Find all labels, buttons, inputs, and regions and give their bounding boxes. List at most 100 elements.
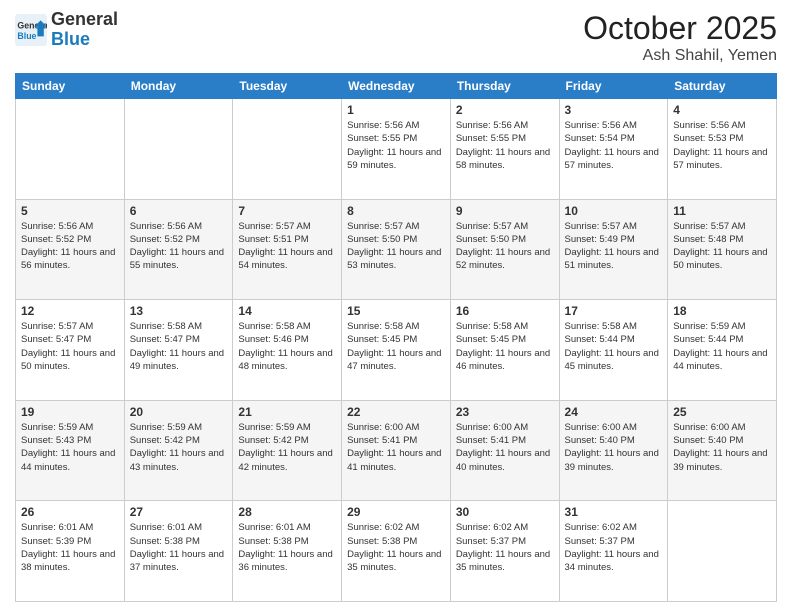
day-number: 27 xyxy=(130,505,228,519)
day-info: Sunrise: 6:00 AMSunset: 5:41 PMDaylight:… xyxy=(456,421,554,474)
day-number: 19 xyxy=(21,405,119,419)
day-info: Sunrise: 5:59 AMSunset: 5:44 PMDaylight:… xyxy=(673,320,771,373)
day-info: Sunrise: 6:02 AMSunset: 5:38 PMDaylight:… xyxy=(347,521,445,574)
day-info: Sunrise: 5:58 AMSunset: 5:46 PMDaylight:… xyxy=(238,320,336,373)
calendar-cell: 10 Sunrise: 5:57 AMSunset: 5:49 PMDayligh… xyxy=(559,199,668,300)
column-header-sunday: Sunday xyxy=(16,74,125,99)
week-row-2: 5 Sunrise: 5:56 AMSunset: 5:52 PMDaylight… xyxy=(16,199,777,300)
day-info: Sunrise: 6:01 AMSunset: 5:38 PMDaylight:… xyxy=(238,521,336,574)
day-number: 29 xyxy=(347,505,445,519)
day-number: 8 xyxy=(347,204,445,218)
day-info: Sunrise: 5:57 AMSunset: 5:49 PMDaylight:… xyxy=(565,220,663,273)
day-info: Sunrise: 6:01 AMSunset: 5:39 PMDaylight:… xyxy=(21,521,119,574)
logo-icon: General Blue xyxy=(15,14,47,46)
day-number: 2 xyxy=(456,103,554,117)
calendar-cell: 31 Sunrise: 6:02 AMSunset: 5:37 PMDayligh… xyxy=(559,501,668,602)
week-row-3: 12 Sunrise: 5:57 AMSunset: 5:47 PMDayligh… xyxy=(16,300,777,401)
day-number: 20 xyxy=(130,405,228,419)
week-row-4: 19 Sunrise: 5:59 AMSunset: 5:43 PMDayligh… xyxy=(16,400,777,501)
column-header-tuesday: Tuesday xyxy=(233,74,342,99)
column-header-wednesday: Wednesday xyxy=(342,74,451,99)
svg-text:Blue: Blue xyxy=(17,31,36,41)
calendar-cell: 22Sunrise: 6:00 AMSunset: 5:41 PMDayligh… xyxy=(342,400,451,501)
calendar-cell: 8 Sunrise: 5:57 AMSunset: 5:50 PMDaylight… xyxy=(342,199,451,300)
day-info: Sunrise: 6:00 AMSunset: 5:41 PMDaylight:… xyxy=(347,421,445,474)
day-number: 28 xyxy=(238,505,336,519)
day-number: 26 xyxy=(21,505,119,519)
week-row-1: 1 Sunrise: 5:56 AMSunset: 5:55 PMDaylight… xyxy=(16,99,777,200)
day-number: 14 xyxy=(238,304,336,318)
page: General Blue General Blue October 2025 A… xyxy=(0,0,792,612)
day-number: 4 xyxy=(673,103,771,117)
day-info: Sunrise: 5:56 AMSunset: 5:52 PMDaylight:… xyxy=(130,220,228,273)
day-number: 12 xyxy=(21,304,119,318)
day-info: Sunrise: 5:58 AMSunset: 5:45 PMDaylight:… xyxy=(456,320,554,373)
calendar-cell: 25 Sunrise: 6:00 AMSunset: 5:40 PMDayligh… xyxy=(668,400,777,501)
calendar-cell: 15Sunrise: 5:58 AMSunset: 5:45 PMDayligh… xyxy=(342,300,451,401)
calendar-cell: 28 Sunrise: 6:01 AMSunset: 5:38 PMDayligh… xyxy=(233,501,342,602)
day-number: 18 xyxy=(673,304,771,318)
header: General Blue General Blue October 2025 A… xyxy=(15,10,777,65)
day-number: 7 xyxy=(238,204,336,218)
calendar: SundayMondayTuesdayWednesdayThursdayFrid… xyxy=(15,73,777,602)
calendar-cell: 23 Sunrise: 6:00 AMSunset: 5:41 PMDayligh… xyxy=(450,400,559,501)
calendar-cell: 1 Sunrise: 5:56 AMSunset: 5:55 PMDaylight… xyxy=(342,99,451,200)
day-info: Sunrise: 6:02 AMSunset: 5:37 PMDaylight:… xyxy=(565,521,663,574)
day-info: Sunrise: 5:56 AMSunset: 5:52 PMDaylight:… xyxy=(21,220,119,273)
day-number: 30 xyxy=(456,505,554,519)
day-info: Sunrise: 5:57 AMSunset: 5:51 PMDaylight:… xyxy=(238,220,336,273)
calendar-cell: 14 Sunrise: 5:58 AMSunset: 5:46 PMDayligh… xyxy=(233,300,342,401)
day-number: 3 xyxy=(565,103,663,117)
calendar-cell: 7 Sunrise: 5:57 AMSunset: 5:51 PMDaylight… xyxy=(233,199,342,300)
day-info: Sunrise: 5:57 AMSunset: 5:50 PMDaylight:… xyxy=(347,220,445,273)
logo-text: General Blue xyxy=(51,10,118,50)
column-header-thursday: Thursday xyxy=(450,74,559,99)
column-header-monday: Monday xyxy=(124,74,233,99)
day-number: 23 xyxy=(456,405,554,419)
day-info: Sunrise: 5:56 AMSunset: 5:53 PMDaylight:… xyxy=(673,119,771,172)
month-title: October 2025 xyxy=(583,10,777,47)
calendar-cell: 11Sunrise: 5:57 AMSunset: 5:48 PMDayligh… xyxy=(668,199,777,300)
day-info: Sunrise: 5:57 AMSunset: 5:47 PMDaylight:… xyxy=(21,320,119,373)
calendar-cell: 5 Sunrise: 5:56 AMSunset: 5:52 PMDaylight… xyxy=(16,199,125,300)
day-info: Sunrise: 5:56 AMSunset: 5:55 PMDaylight:… xyxy=(456,119,554,172)
day-number: 11 xyxy=(673,204,771,218)
day-info: Sunrise: 6:00 AMSunset: 5:40 PMDaylight:… xyxy=(673,421,771,474)
day-number: 24 xyxy=(565,405,663,419)
calendar-cell: 4 Sunrise: 5:56 AMSunset: 5:53 PMDaylight… xyxy=(668,99,777,200)
calendar-cell: 20 Sunrise: 5:59 AMSunset: 5:42 PMDayligh… xyxy=(124,400,233,501)
day-number: 6 xyxy=(130,204,228,218)
day-number: 9 xyxy=(456,204,554,218)
day-info: Sunrise: 5:56 AMSunset: 5:54 PMDaylight:… xyxy=(565,119,663,172)
day-number: 17 xyxy=(565,304,663,318)
day-info: Sunrise: 5:59 AMSunset: 5:42 PMDaylight:… xyxy=(238,421,336,474)
calendar-cell: 18 Sunrise: 5:59 AMSunset: 5:44 PMDayligh… xyxy=(668,300,777,401)
day-info: Sunrise: 5:56 AMSunset: 5:55 PMDaylight:… xyxy=(347,119,445,172)
column-header-saturday: Saturday xyxy=(668,74,777,99)
week-row-5: 26 Sunrise: 6:01 AMSunset: 5:39 PMDayligh… xyxy=(16,501,777,602)
calendar-cell: 19 Sunrise: 5:59 AMSunset: 5:43 PMDayligh… xyxy=(16,400,125,501)
calendar-cell xyxy=(668,501,777,602)
calendar-cell: 2 Sunrise: 5:56 AMSunset: 5:55 PMDaylight… xyxy=(450,99,559,200)
calendar-cell: 26 Sunrise: 6:01 AMSunset: 5:39 PMDayligh… xyxy=(16,501,125,602)
day-number: 5 xyxy=(21,204,119,218)
day-number: 10 xyxy=(565,204,663,218)
day-info: Sunrise: 6:01 AMSunset: 5:38 PMDaylight:… xyxy=(130,521,228,574)
day-number: 16 xyxy=(456,304,554,318)
day-info: Sunrise: 5:59 AMSunset: 5:42 PMDaylight:… xyxy=(130,421,228,474)
logo: General Blue General Blue xyxy=(15,10,118,50)
day-number: 31 xyxy=(565,505,663,519)
calendar-cell: 17Sunrise: 5:58 AMSunset: 5:44 PMDayligh… xyxy=(559,300,668,401)
day-number: 13 xyxy=(130,304,228,318)
calendar-body: 1 Sunrise: 5:56 AMSunset: 5:55 PMDaylight… xyxy=(16,99,777,602)
day-info: Sunrise: 5:59 AMSunset: 5:43 PMDaylight:… xyxy=(21,421,119,474)
calendar-cell: 3 Sunrise: 5:56 AMSunset: 5:54 PMDaylight… xyxy=(559,99,668,200)
day-number: 25 xyxy=(673,405,771,419)
calendar-cell xyxy=(233,99,342,200)
day-info: Sunrise: 5:57 AMSunset: 5:50 PMDaylight:… xyxy=(456,220,554,273)
day-info: Sunrise: 6:00 AMSunset: 5:40 PMDaylight:… xyxy=(565,421,663,474)
day-number: 1 xyxy=(347,103,445,117)
calendar-cell: 16 Sunrise: 5:58 AMSunset: 5:45 PMDayligh… xyxy=(450,300,559,401)
header-row: SundayMondayTuesdayWednesdayThursdayFrid… xyxy=(16,74,777,99)
calendar-cell xyxy=(124,99,233,200)
